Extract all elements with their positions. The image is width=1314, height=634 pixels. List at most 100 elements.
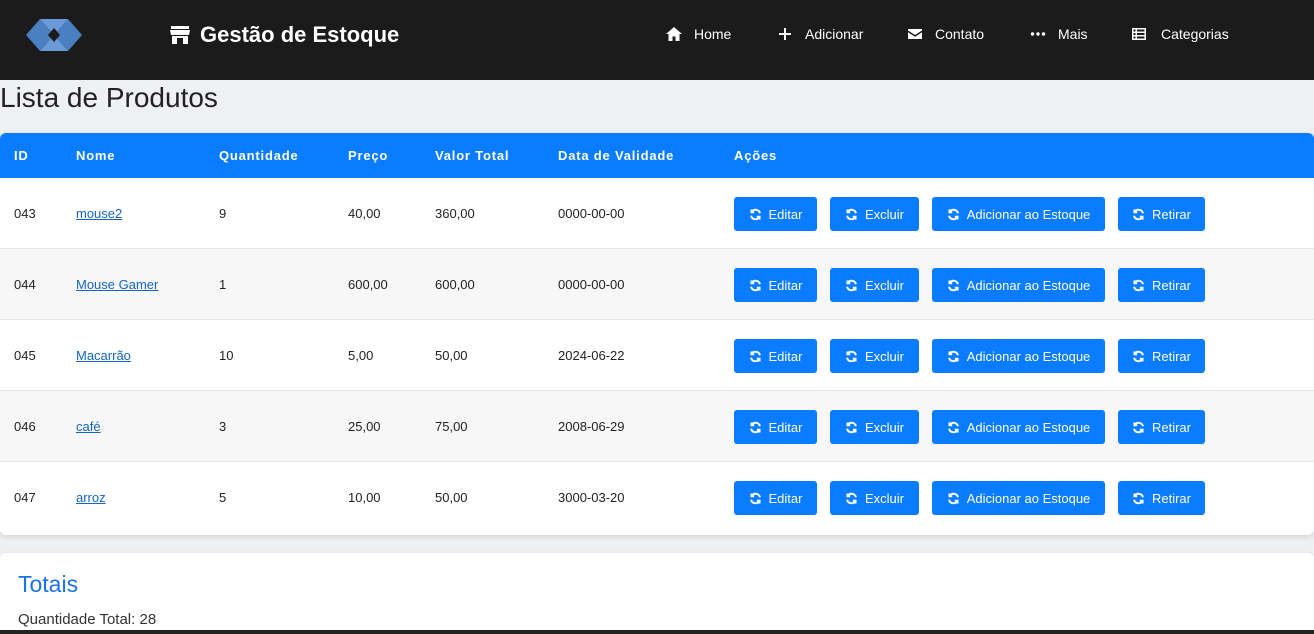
cell-preco: 5,00	[348, 348, 374, 363]
products-table: ID Nome Quantidade Preço Valor Total Dat…	[0, 133, 1314, 535]
column-header-id: ID	[14, 148, 29, 163]
nav-categorias[interactable]: Categorias	[1131, 22, 1229, 46]
delete-button[interactable]: Excluir	[830, 268, 919, 302]
add-stock-button[interactable]: Adicionar ao Estoque	[932, 268, 1105, 302]
delete-button[interactable]: Excluir	[830, 481, 919, 515]
edit-button[interactable]: Editar	[734, 268, 817, 302]
brand-title[interactable]: Gestão de Estoque	[168, 20, 399, 50]
cell-quantidade: 1	[219, 277, 227, 292]
refresh-icon	[947, 421, 959, 433]
withdraw-button-label: Retirar	[1151, 277, 1191, 293]
refresh-icon	[1133, 279, 1144, 291]
add-stock-button-label: Adicionar ao Estoque	[966, 206, 1091, 222]
add-stock-button[interactable]: Adicionar ao Estoque	[932, 197, 1105, 231]
add-stock-button-label: Adicionar ao Estoque	[966, 419, 1091, 435]
cell-quantidade: 3	[219, 419, 227, 434]
cell-valor-total: 360,00	[435, 206, 475, 221]
withdraw-button[interactable]: Retirar	[1118, 339, 1205, 373]
table-row: 044 Mouse Gamer 1 600,00 600,00 0000-00-…	[0, 249, 1314, 320]
cell-validade: 2008-06-29	[558, 419, 625, 434]
delete-button-label: Excluir	[864, 206, 904, 222]
totals-title: Totais	[18, 571, 79, 597]
column-header-preco: Preço	[348, 148, 389, 163]
cell-nome: café	[76, 391, 101, 462]
refresh-icon	[846, 279, 857, 291]
home-icon	[666, 27, 682, 41]
column-header-acoes: Ações	[734, 148, 778, 163]
page-title: Lista de Produtos	[0, 82, 218, 113]
product-link[interactable]: café	[76, 419, 101, 434]
cell-preco: 10,00	[348, 490, 381, 505]
envelope-icon	[908, 29, 922, 39]
edit-button[interactable]: Editar	[734, 197, 817, 231]
refresh-icon	[1133, 208, 1144, 220]
cell-quantidade: 10	[219, 348, 234, 363]
cell-nome: Mouse Gamer	[76, 249, 158, 320]
bottom-edge	[0, 630, 1314, 634]
edit-button[interactable]: Editar	[734, 339, 817, 373]
cell-valor-total: 50,00	[435, 348, 468, 363]
column-header-quantidade: Quantidade	[219, 148, 299, 163]
refresh-icon	[1133, 350, 1144, 362]
product-link[interactable]: arroz	[76, 490, 106, 505]
cell-valor-total: 600,00	[435, 277, 475, 292]
refresh-icon	[749, 208, 761, 220]
add-stock-button[interactable]: Adicionar ao Estoque	[932, 410, 1105, 444]
delete-button-label: Excluir	[864, 348, 904, 364]
top-navbar: Gestão de Estoque Home Adicionar Contato…	[0, 0, 1314, 80]
nav-home[interactable]: Home	[666, 22, 731, 46]
cell-preco: 600,00	[348, 277, 388, 292]
cell-preco: 25,00	[348, 419, 381, 434]
withdraw-button[interactable]: Retirar	[1118, 481, 1205, 515]
refresh-icon	[947, 208, 959, 220]
delete-button[interactable]: Excluir	[830, 339, 919, 373]
edit-button-label: Editar	[768, 348, 803, 364]
delete-button[interactable]: Excluir	[830, 197, 919, 231]
delete-button[interactable]: Excluir	[830, 410, 919, 444]
refresh-icon	[749, 350, 761, 362]
cell-quantidade: 9	[219, 206, 227, 221]
nav-categorias-label: Categorias	[1161, 26, 1229, 42]
add-stock-button[interactable]: Adicionar ao Estoque	[932, 339, 1105, 373]
refresh-icon	[1133, 421, 1144, 433]
refresh-icon	[947, 492, 959, 504]
edit-button[interactable]: Editar	[734, 481, 817, 515]
nav-home-label: Home	[694, 26, 732, 42]
delete-button-label: Excluir	[864, 490, 904, 506]
cell-validade: 3000-03-20	[558, 490, 625, 505]
withdraw-button[interactable]: Retirar	[1118, 410, 1205, 444]
refresh-icon	[846, 421, 857, 433]
product-link[interactable]: mouse2	[76, 206, 122, 221]
cell-nome: Macarrão	[76, 320, 131, 391]
refresh-icon	[846, 208, 857, 220]
add-stock-button-label: Adicionar ao Estoque	[966, 348, 1091, 364]
plus-icon	[779, 28, 791, 40]
table-row: 047 arroz 5 10,00 50,00 3000-03-20 Edita…	[0, 462, 1314, 533]
delete-button-label: Excluir	[864, 419, 904, 435]
cell-id: 045	[14, 348, 36, 363]
nav-mais[interactable]: Mais	[1030, 22, 1088, 46]
refresh-icon	[749, 279, 761, 291]
withdraw-button-label: Retirar	[1151, 419, 1191, 435]
refresh-icon	[749, 421, 761, 433]
total-quantity: Quantidade Total: 28	[18, 611, 157, 628]
withdraw-button[interactable]: Retirar	[1118, 268, 1205, 302]
cell-nome: mouse2	[76, 178, 122, 249]
refresh-icon	[947, 350, 959, 362]
cell-id: 047	[14, 490, 36, 505]
product-link[interactable]: Mouse Gamer	[76, 277, 158, 292]
product-link[interactable]: Macarrão	[76, 348, 131, 363]
cell-validade: 2024-06-22	[558, 348, 625, 363]
refresh-icon	[846, 492, 857, 504]
nav-adicionar[interactable]: Adicionar	[777, 22, 863, 46]
cell-id: 046	[14, 419, 36, 434]
withdraw-button[interactable]: Retirar	[1118, 197, 1205, 231]
edit-button[interactable]: Editar	[734, 410, 817, 444]
add-stock-button[interactable]: Adicionar ao Estoque	[932, 481, 1105, 515]
edit-button-label: Editar	[768, 419, 803, 435]
brand-label: Gestão de Estoque	[200, 22, 400, 47]
cell-quantidade: 5	[219, 490, 227, 505]
table-row: 046 café 3 25,00 75,00 2008-06-29 Editar…	[0, 391, 1314, 462]
nav-contato[interactable]: Contato	[907, 22, 984, 46]
logo-icon[interactable]	[26, 16, 82, 54]
